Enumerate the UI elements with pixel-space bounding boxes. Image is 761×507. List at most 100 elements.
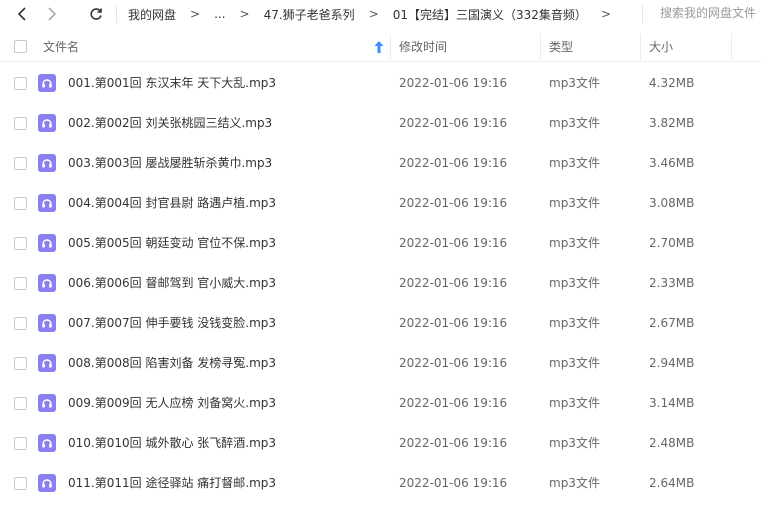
breadcrumb-separator: >: [190, 7, 201, 21]
file-name[interactable]: 002.第002回 刘关张桃园三结义.mp3: [68, 103, 272, 143]
file-name[interactable]: 006.第006回 督邮驾到 官小威大.mp3: [68, 263, 276, 303]
forward-button[interactable]: [41, 0, 63, 28]
file-modified-time: 2022-01-06 19:16: [399, 316, 508, 330]
file-name[interactable]: 007.第007回 伸手要钱 没钱变脸.mp3: [68, 303, 276, 343]
file-modified-time: 2022-01-06 19:16: [399, 116, 508, 130]
file-size: 2.94MB: [649, 356, 695, 370]
back-button[interactable]: [11, 0, 33, 28]
file-name[interactable]: 001.第001回 东汉末年 天下大乱.mp3: [68, 63, 276, 103]
file-modified-time: 2022-01-06 19:16: [399, 156, 508, 170]
file-modified-time: 2022-01-06 19:16: [399, 436, 508, 450]
column-divider[interactable]: [640, 34, 641, 60]
breadcrumb-separator: >: [368, 7, 379, 21]
file-modified-time: 2022-01-06 19:16: [399, 476, 508, 490]
top-nav-bar: 我的网盘 > ... > 47.狮子老爸系列 > 01【完结】三国演义（332集…: [0, 0, 761, 28]
file-list: 001.第001回 东汉末年 天下大乱.mp3 2022-01-06 19:16 m…: [0, 63, 761, 503]
file-type: mp3文件: [549, 116, 600, 130]
table-row[interactable]: 004.第004回 封官县尉 路遇卢植.mp3 2022-01-06 19:16 m…: [0, 183, 761, 223]
audio-file-icon: [38, 274, 56, 292]
file-type: mp3文件: [549, 316, 600, 330]
audio-file-icon: [38, 154, 56, 172]
row-checkbox[interactable]: [14, 277, 27, 290]
table-row[interactable]: 011.第011回 途径驿站 痛打督邮.mp3 2022-01-06 19:16 m…: [0, 463, 761, 503]
row-checkbox[interactable]: [14, 357, 27, 370]
select-all-checkbox[interactable]: [14, 40, 27, 53]
file-modified-time: 2022-01-06 19:16: [399, 76, 508, 90]
row-checkbox[interactable]: [14, 397, 27, 410]
file-modified-time: 2022-01-06 19:16: [399, 196, 508, 210]
file-name[interactable]: 003.第003回 屡战屡胜斩杀黄巾.mp3: [68, 143, 272, 183]
file-type: mp3文件: [549, 476, 600, 490]
table-row[interactable]: 006.第006回 督邮驾到 官小威大.mp3 2022-01-06 19:16 m…: [0, 263, 761, 303]
breadcrumb: 我的网盘 > ... > 47.狮子老爸系列 > 01【完结】三国演义（332集…: [128, 0, 625, 28]
file-type: mp3文件: [549, 156, 600, 170]
table-row[interactable]: 003.第003回 屡战屡胜斩杀黄巾.mp3 2022-01-06 19:16 mp…: [0, 143, 761, 183]
file-type: mp3文件: [549, 196, 600, 210]
file-size: 3.46MB: [649, 156, 695, 170]
column-divider[interactable]: [731, 34, 732, 60]
column-header-name[interactable]: 文件名: [43, 32, 79, 62]
audio-file-icon: [38, 474, 56, 492]
file-size: 2.70MB: [649, 236, 695, 250]
row-checkbox[interactable]: [14, 197, 27, 210]
file-size: 3.08MB: [649, 196, 695, 210]
file-size: 3.14MB: [649, 396, 695, 410]
file-size: 4.32MB: [649, 76, 695, 90]
breadcrumb-separator: >: [239, 7, 250, 21]
audio-file-icon: [38, 234, 56, 252]
table-row[interactable]: 001.第001回 东汉末年 天下大乱.mp3 2022-01-06 19:16 m…: [0, 63, 761, 103]
file-size: 3.82MB: [649, 116, 695, 130]
file-size: 2.33MB: [649, 276, 695, 290]
file-name[interactable]: 009.第009回 无人应榜 刘备窝火.mp3: [68, 383, 276, 423]
breadcrumb-item-ellipsis[interactable]: ...: [214, 7, 225, 21]
audio-file-icon: [38, 354, 56, 372]
column-header-type[interactable]: 类型: [549, 32, 573, 62]
row-checkbox[interactable]: [14, 77, 27, 90]
audio-file-icon: [38, 114, 56, 132]
row-checkbox[interactable]: [14, 237, 27, 250]
file-type: mp3文件: [549, 76, 600, 90]
row-checkbox[interactable]: [14, 157, 27, 170]
file-type: mp3文件: [549, 236, 600, 250]
audio-file-icon: [38, 314, 56, 332]
refresh-icon: [90, 8, 102, 20]
table-row[interactable]: 002.第002回 刘关张桃园三结义.mp3 2022-01-06 19:16 mp…: [0, 103, 761, 143]
audio-file-icon: [38, 394, 56, 412]
file-type: mp3文件: [549, 356, 600, 370]
row-checkbox[interactable]: [14, 477, 27, 490]
sort-up-arrow-icon[interactable]: [374, 41, 384, 53]
file-modified-time: 2022-01-06 19:16: [399, 276, 508, 290]
chevron-left-icon: [17, 7, 26, 21]
column-divider[interactable]: [540, 34, 541, 60]
file-name[interactable]: 004.第004回 封官县尉 路遇卢植.mp3: [68, 183, 276, 223]
file-name[interactable]: 010.第010回 城外散心 张飞醉酒.mp3: [68, 423, 276, 463]
refresh-button[interactable]: [85, 0, 107, 28]
file-name[interactable]: 005.第005回 朝廷变动 官位不保.mp3: [68, 223, 276, 263]
file-name[interactable]: 011.第011回 途径驿站 痛打督邮.mp3: [68, 463, 276, 503]
breadcrumb-item-current[interactable]: 01【完结】三国演义（332集音频）: [393, 6, 587, 23]
table-row[interactable]: 009.第009回 无人应榜 刘备窝火.mp3 2022-01-06 19:16 m…: [0, 383, 761, 423]
row-checkbox[interactable]: [14, 117, 27, 130]
table-row[interactable]: 008.第008回 陷害刘备 发榜寻冤.mp3 2022-01-06 19:16 m…: [0, 343, 761, 383]
breadcrumb-item-series[interactable]: 47.狮子老爸系列: [264, 6, 355, 23]
breadcrumb-separator: >: [600, 7, 611, 21]
row-checkbox[interactable]: [14, 437, 27, 450]
table-header: 文件名 修改时间 类型 大小: [0, 32, 761, 62]
table-row[interactable]: 005.第005回 朝廷变动 官位不保.mp3 2022-01-06 19:16 m…: [0, 223, 761, 263]
row-checkbox[interactable]: [14, 317, 27, 330]
file-size: 2.67MB: [649, 316, 695, 330]
breadcrumb-item-home[interactable]: 我的网盘: [128, 6, 176, 23]
file-modified-time: 2022-01-06 19:16: [399, 396, 508, 410]
audio-file-icon: [38, 194, 56, 212]
search-input[interactable]: [652, 2, 761, 24]
table-row[interactable]: 007.第007回 伸手要钱 没钱变脸.mp3 2022-01-06 19:16 m…: [0, 303, 761, 343]
column-divider[interactable]: [390, 34, 391, 60]
column-header-modified[interactable]: 修改时间: [399, 32, 447, 62]
column-header-size[interactable]: 大小: [649, 32, 673, 62]
file-type: mp3文件: [549, 276, 600, 290]
file-name[interactable]: 008.第008回 陷害刘备 发榜寻冤.mp3: [68, 343, 276, 383]
table-row[interactable]: 010.第010回 城外散心 张飞醉酒.mp3 2022-01-06 19:16 m…: [0, 423, 761, 463]
audio-file-icon: [38, 74, 56, 92]
chevron-right-icon: [48, 7, 57, 21]
file-modified-time: 2022-01-06 19:16: [399, 236, 508, 250]
